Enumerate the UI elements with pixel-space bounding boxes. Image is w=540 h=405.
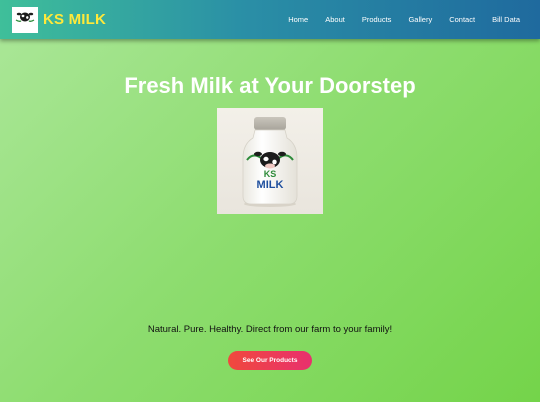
nav-link-gallery[interactable]: Gallery [408, 15, 432, 24]
nav-link-about[interactable]: About [325, 15, 345, 24]
hero-tagline: Natural. Pure. Healthy. Direct from our … [147, 324, 393, 335]
navbar: KS MILK Home About Products Gallery Cont… [0, 0, 540, 39]
nav-link-bill-data[interactable]: Bill Data [492, 15, 520, 24]
nav-link-home[interactable]: Home [288, 15, 308, 24]
hero-section: Fresh Milk at Your Doorstep KS MILK Natu… [0, 39, 540, 402]
see-products-button[interactable]: See Our Products [228, 351, 312, 370]
cow-logo-icon [15, 12, 35, 22]
brand[interactable]: KS MILK [12, 6, 106, 33]
svg-text:KS: KS [264, 169, 277, 179]
nav-menu: Home About Products Gallery Contact Bill… [271, 0, 520, 39]
nav-link-contact[interactable]: Contact [449, 15, 475, 24]
brand-name[interactable]: KS MILK [43, 11, 106, 28]
hero-title: Fresh Milk at Your Doorstep [124, 73, 416, 98]
brand-logo[interactable] [12, 6, 38, 33]
nav-link-products[interactable]: Products [362, 15, 392, 24]
svg-text:MILK: MILK [257, 179, 284, 191]
milk-bottle-image: KS MILK [217, 108, 323, 214]
